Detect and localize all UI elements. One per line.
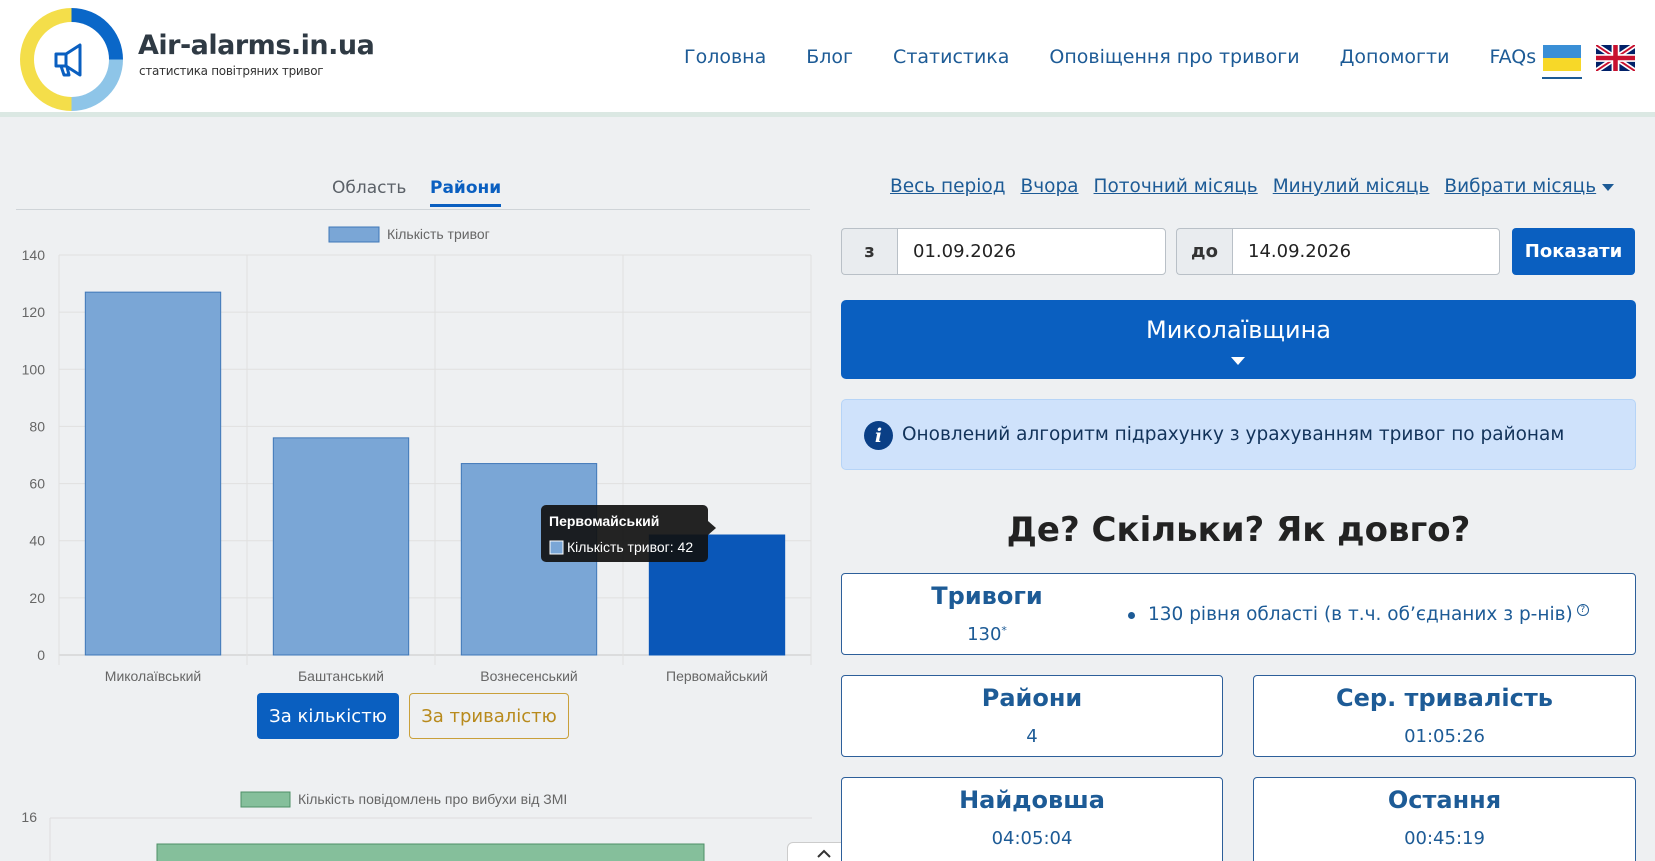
logo-inner (34, 22, 109, 97)
chevron-up-icon (816, 849, 831, 858)
y-tick-label: 20 (29, 590, 45, 606)
sort-by-count-button[interactable]: За кількістю (257, 693, 399, 739)
brand-subtitle: статистика повітряних тривог (139, 64, 324, 78)
y-tick-label: 80 (29, 418, 45, 434)
main-nav: Головна Блог Статистика Оповіщення про т… (684, 46, 1576, 68)
raions-card-value: 4 (1026, 726, 1038, 747)
y-tick-label: 0 (37, 647, 45, 663)
nav-statistics[interactable]: Статистика (893, 46, 1009, 68)
bullet-dot (1128, 611, 1135, 619)
section-title: Де? Скільки? Як довго? (1006, 510, 1471, 550)
brand-name[interactable]: Air-alarms.in.ua (138, 30, 375, 61)
legend-swatch (328, 226, 380, 243)
alarms-card-value-wrap: 130* (842, 624, 1132, 645)
alarms-bar-chart: 0 20 40 60 80 100 120 140 Миколаївський Баштансь… (22, 226, 812, 684)
x-tick-label: Баштанський (298, 668, 384, 684)
chart-tabs: Область Райони (16, 178, 810, 210)
explosions-bar-chart: Кількість повідомлень про вибухи від ЗМІ… (21, 791, 812, 861)
period-select-month-label[interactable]: Вибрати місяць (1444, 176, 1596, 197)
date-to-input[interactable]: 14.09.2026 (1232, 228, 1500, 275)
site-header: Air-alarms.in.ua статистика повітряних т… (0, 0, 1655, 117)
megaphone-icon (54, 43, 82, 77)
period-select-month[interactable]: Вибрати місяць (1444, 176, 1615, 197)
y-tick-label: 40 (29, 533, 45, 549)
bar[interactable] (272, 437, 410, 656)
help-icon[interactable]: ? (1576, 604, 1589, 616)
alarms-card: Тривоги 130* 130 рівня області (в т.ч. о… (841, 573, 1636, 655)
tooltip-label: Кількість тривог: 42 (567, 539, 693, 555)
y-tick-label: 100 (22, 361, 46, 377)
alarms-card-footnote-mark: * (1001, 624, 1007, 637)
legend-label: Кількість повідомлень про вибухи від ЗМІ (298, 791, 567, 807)
raions-card-title: Райони (981, 684, 1083, 712)
info-alert: i Оновлений алгоритм підрахунку з урахув… (841, 399, 1636, 470)
period-last-month[interactable]: Минулий місяць (1273, 176, 1430, 197)
y-tick-label: 140 (22, 247, 46, 263)
show-button[interactable]: Показати (1512, 228, 1635, 275)
active-language-underline (1542, 77, 1582, 79)
nav-donate[interactable]: Допомогти (1340, 46, 1450, 68)
tab-raions[interactable]: Райони (430, 178, 502, 207)
date-from-prefix: з (841, 228, 897, 275)
region-selector[interactable]: Миколаївщина (841, 300, 1636, 379)
bar[interactable] (156, 843, 705, 861)
nav-home[interactable]: Головна (684, 46, 766, 68)
tooltip-arrow (708, 521, 716, 535)
chevron-down-icon (1231, 357, 1245, 365)
tab-oblast[interactable]: Область (332, 178, 406, 204)
alarms-card-value: 130 (967, 624, 1002, 645)
period-links: Весь період Вчора Поточний місяць Минули… (890, 176, 1615, 197)
longest-card-value: 04:05:04 (991, 828, 1073, 849)
logo[interactable] (20, 8, 123, 111)
x-tick-label: Первомайський (666, 668, 768, 684)
alarms-card-title: Тривоги (931, 582, 1043, 610)
last-card-value: 00:45:19 (1404, 828, 1485, 849)
date-from-group: з 01.09.2026 (841, 228, 1166, 275)
longest-card: Найдовша 04:05:04 (841, 777, 1223, 861)
nav-faqs[interactable]: FAQs (1489, 46, 1536, 68)
longest-card-title: Найдовша (959, 786, 1105, 814)
avg-duration-card-value: 01:05:26 (1404, 726, 1485, 747)
legend-label: Кількість тривог (387, 226, 490, 242)
last-card: Остання 00:45:19 (1253, 777, 1636, 861)
avg-duration-card: Сер. тривалість 01:05:26 (1253, 675, 1636, 757)
date-to-group: до 14.09.2026 (1176, 228, 1500, 275)
sort-by-duration-button[interactable]: За тривалістю (409, 693, 569, 739)
x-tick-label: Миколаївський (105, 668, 201, 684)
legend-swatch (240, 791, 291, 808)
ukrainian-flag-icon[interactable] (1543, 45, 1581, 71)
region-name: Миколаївщина (1146, 316, 1331, 344)
nav-blog[interactable]: Блог (806, 46, 853, 68)
y-tick-label: 16 (21, 809, 37, 825)
period-yesterday[interactable]: Вчора (1021, 176, 1079, 197)
date-to-prefix: до (1176, 228, 1232, 275)
alarms-bullet: 130 рівня області (в т.ч. об’єднаних з р… (1128, 604, 1589, 625)
y-tick-label: 120 (22, 304, 46, 320)
bar[interactable] (84, 291, 222, 656)
date-from-input[interactable]: 01.09.2026 (897, 228, 1166, 275)
period-current-month[interactable]: Поточний місяць (1094, 176, 1258, 197)
period-all[interactable]: Весь період (890, 176, 1006, 197)
x-tick-label: Вознесенський (480, 668, 577, 684)
alarms-bullet-text: 130 рівня області (в т.ч. об’єднаних з р… (1148, 604, 1573, 625)
y-axis-ticks: 0 20 40 60 80 100 120 140 (22, 247, 46, 663)
tooltip-title: Первомайський (549, 513, 659, 529)
raions-card: Райони 4 (841, 675, 1223, 757)
tooltip-swatch (549, 540, 564, 555)
chart-tooltip: Первомайський Кількість тривог: 42 (541, 505, 716, 562)
y-tick-label: 60 (29, 476, 45, 492)
last-card-title: Остання (1387, 786, 1502, 814)
chart-legend[interactable]: Кількість повідомлень про вибухи від ЗМІ (240, 791, 567, 808)
avg-duration-card-title: Сер. тривалість (1336, 684, 1553, 712)
chevron-down-icon (1602, 183, 1615, 191)
info-text: Оновлений алгоритм підрахунку з урахуван… (902, 424, 1565, 445)
chart-legend[interactable]: Кількість тривог (328, 226, 490, 243)
uk-flag-icon[interactable] (1596, 45, 1635, 71)
info-icon: i (864, 421, 893, 450)
x-axis-ticks: Миколаївський Баштанський Вознесенський Пер… (105, 668, 768, 684)
nav-alerts[interactable]: Оповіщення про тривоги (1049, 46, 1299, 68)
